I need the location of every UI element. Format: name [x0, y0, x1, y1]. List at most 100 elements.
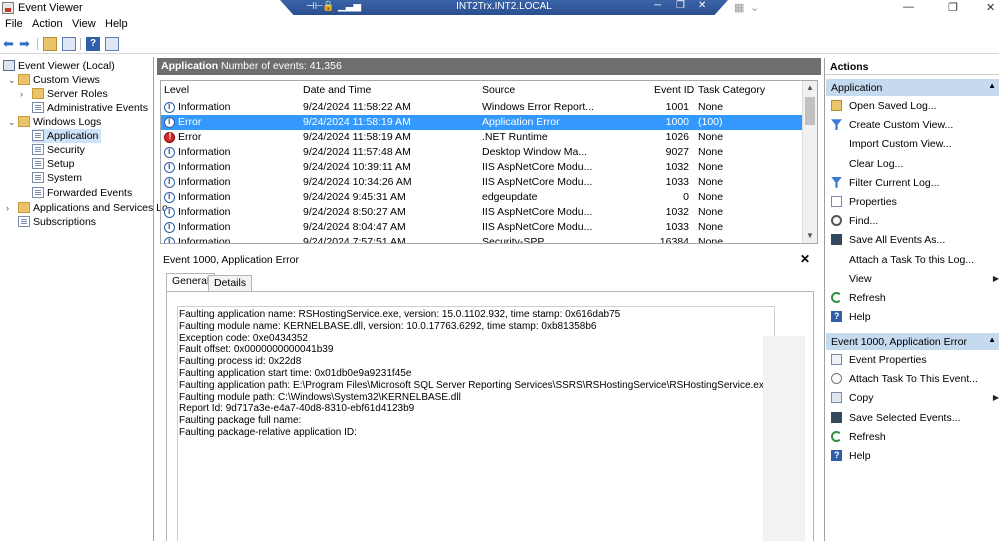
- tree-item-security[interactable]: Security: [32, 143, 85, 157]
- rdp-close-icon[interactable]: ✕: [698, 0, 706, 11]
- show-hide-action-pane-icon[interactable]: [105, 37, 119, 51]
- collapse-up-icon[interactable]: ▲: [988, 81, 996, 90]
- action-save-all-events[interactable]: Save All Events As...: [831, 233, 946, 247]
- action-refresh[interactable]: Refresh: [831, 430, 886, 444]
- scroll-down-icon[interactable]: ▼: [806, 231, 814, 240]
- general-tab-panel: Faulting application name: RSHostingServ…: [166, 291, 814, 541]
- properties-icon: [831, 196, 842, 207]
- column-header-level[interactable]: Level: [164, 81, 189, 99]
- action-create-custom-view[interactable]: Create Custom View...: [831, 118, 953, 132]
- close-icon[interactable]: ✕: [986, 1, 995, 14]
- menu-file[interactable]: File: [5, 18, 23, 30]
- table-row[interactable]: Information 9/24/2024 8:50:27 AM IIS AspNe…: [161, 205, 802, 220]
- action-find[interactable]: Find...: [831, 214, 878, 228]
- action-help[interactable]: Help: [831, 309, 871, 324]
- help-icon[interactable]: ?: [86, 37, 100, 51]
- expand-chevron-icon[interactable]: ›: [20, 89, 23, 99]
- rdp-minimize-icon[interactable]: ─: [654, 0, 661, 11]
- tree-item-windows-logs[interactable]: Windows Logs: [18, 115, 101, 129]
- table-row[interactable]: Information 9/24/2024 11:58:22 AM Windows …: [161, 100, 802, 115]
- collapse-chevron-icon[interactable]: ⌄: [8, 75, 16, 86]
- action-help[interactable]: Help: [831, 448, 871, 463]
- description-line: Faulting package-relative application ID…: [179, 427, 357, 438]
- folder-icon: [18, 74, 30, 85]
- action-filter-current-log[interactable]: Filter Current Log...: [831, 176, 939, 190]
- scroll-thumb[interactable]: [805, 97, 815, 125]
- rdp-restore-icon[interactable]: ❐: [676, 0, 685, 11]
- tree-item-setup[interactable]: Setup: [32, 157, 74, 171]
- actions-section-application[interactable]: Application ▲: [826, 79, 999, 96]
- action-refresh[interactable]: Refresh: [831, 291, 886, 305]
- table-row[interactable]: Information 9/24/2024 11:57:48 AM Desktop …: [161, 145, 802, 160]
- table-row[interactable]: Information 9/24/2024 9:45:31 AM edgeupdat…: [161, 190, 802, 205]
- minimize-icon[interactable]: —: [903, 1, 914, 13]
- restore-icon[interactable]: ❐: [948, 1, 958, 14]
- table-row[interactable]: Information 9/24/2024 8:04:47 AM IIS AspNe…: [161, 220, 802, 235]
- back-arrow-icon[interactable]: ⬅: [3, 37, 17, 51]
- column-header-source[interactable]: Source: [482, 81, 515, 99]
- level-cell: Information: [178, 191, 231, 203]
- tree-item-forwarded-events[interactable]: Forwarded Events: [32, 186, 132, 200]
- column-header-task-category[interactable]: Task Category: [698, 81, 765, 99]
- tree-item-subscriptions[interactable]: Subscriptions: [18, 215, 96, 229]
- log-icon: [32, 158, 44, 169]
- close-detail-icon[interactable]: ✕: [800, 252, 810, 266]
- action-attach-task-to-event[interactable]: Attach Task To This Event...: [831, 372, 978, 386]
- action-open-saved-log[interactable]: Open Saved Log...: [831, 99, 937, 113]
- action-import-custom-view[interactable]: Import Custom View...: [849, 137, 952, 151]
- action-event-properties[interactable]: Event Properties: [831, 353, 927, 367]
- information-icon: [164, 176, 175, 188]
- action-label: Attach Task To This Event...: [849, 373, 978, 386]
- level-cell: Information: [178, 161, 231, 173]
- column-header-event-id[interactable]: Event ID: [654, 81, 694, 99]
- event-description-text[interactable]: Faulting application name: RSHostingServ…: [177, 306, 775, 541]
- task-category-cell: None: [698, 131, 724, 143]
- column-header-date-time[interactable]: Date and Time: [303, 81, 371, 99]
- actions-section-event[interactable]: Event 1000, Application Error ▲: [826, 333, 999, 350]
- table-row[interactable]: Information 9/24/2024 10:34:26 AM IIS AspN…: [161, 175, 802, 190]
- event-detail-header: Event 1000, Application Error ✕: [160, 251, 818, 269]
- scroll-up-icon[interactable]: ▲: [806, 83, 814, 92]
- action-attach-task-to-log[interactable]: Attach a Task To this Log...: [849, 253, 974, 267]
- action-label: Save All Events As...: [849, 234, 946, 247]
- tree-item-event-viewer-local[interactable]: Event Viewer (Local): [3, 59, 115, 73]
- action-view[interactable]: View: [849, 272, 872, 286]
- table-row[interactable]: Error 9/24/2024 11:58:19 AM .NET Runtime 10…: [161, 130, 802, 145]
- subscriptions-icon: [18, 216, 30, 227]
- chevron-down-icon[interactable]: ⌄: [750, 1, 759, 14]
- show-hide-tree-icon[interactable]: [62, 37, 76, 51]
- level-cell: Error: [178, 116, 202, 128]
- tree-item-applications-and-services[interactable]: Applications and Services Lo: [18, 201, 168, 215]
- action-properties[interactable]: Properties: [831, 195, 897, 209]
- forward-arrow-icon[interactable]: ➡: [19, 37, 33, 51]
- table-row[interactable]: Error 9/24/2024 11:58:19 AM Application Er…: [161, 115, 802, 130]
- action-clear-log[interactable]: Clear Log...: [849, 157, 903, 171]
- action-label: Attach a Task To this Log...: [849, 253, 975, 266]
- menu-help[interactable]: Help: [105, 18, 128, 30]
- table-row[interactable]: Information 9/24/2024 7:57:51 AM Security-…: [161, 235, 802, 243]
- source-cell: IIS AspNetCore Modu...: [482, 161, 593, 173]
- tree-item-custom-views[interactable]: Custom Views: [18, 73, 100, 87]
- menu-action[interactable]: Action: [32, 18, 63, 30]
- source-cell: edgeupdate: [482, 191, 538, 203]
- table-row[interactable]: Information 9/24/2024 10:39:11 AM IIS AspN…: [161, 160, 802, 175]
- task-category-cell: None: [698, 146, 724, 158]
- up-folder-icon[interactable]: [43, 37, 57, 51]
- tree-item-administrative-events[interactable]: Administrative Events: [32, 101, 148, 115]
- action-copy[interactable]: Copy: [831, 391, 874, 405]
- level-cell: Information: [178, 101, 231, 113]
- action-save-selected-events[interactable]: Save Selected Events...: [831, 411, 960, 425]
- menu-view[interactable]: View: [72, 18, 96, 30]
- tree-item-system[interactable]: System: [32, 171, 82, 185]
- tab-details[interactable]: Details: [208, 275, 253, 292]
- grid-icon[interactable]: ▦: [734, 1, 744, 14]
- expand-chevron-icon[interactable]: ›: [6, 203, 9, 213]
- level-cell: Error: [178, 131, 202, 143]
- tree-item-application[interactable]: Application: [32, 129, 102, 143]
- event-list-scrollbar[interactable]: ▲ ▼: [802, 81, 817, 243]
- collapse-chevron-icon[interactable]: ⌄: [8, 117, 16, 128]
- tree-item-server-roles[interactable]: Server Roles: [32, 87, 108, 101]
- toolbar-separator: [80, 38, 81, 50]
- actions-title: Actions: [825, 58, 999, 75]
- collapse-up-icon[interactable]: ▲: [988, 335, 996, 344]
